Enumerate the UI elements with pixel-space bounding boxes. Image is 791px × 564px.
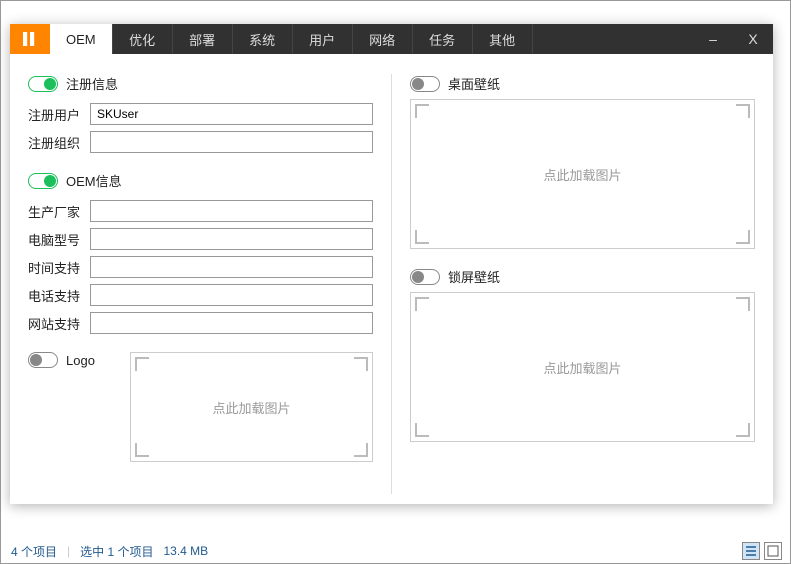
tab-optimize[interactable]: 优化 — [113, 24, 173, 54]
content-body: 注册信息 注册用户 注册组织 OEM信息 — [10, 54, 773, 504]
left-column: 注册信息 注册用户 注册组织 OEM信息 — [28, 74, 373, 494]
label-time: 时间支持 — [28, 258, 84, 277]
right-column: 桌面壁纸 点此加载图片 锁屏壁纸 点此加载图片 — [410, 74, 755, 494]
tab-user[interactable]: 用户 — [293, 24, 353, 54]
explorer-status-bar: 4 个项目 | 选中 1 个项目 13.4 MB — [1, 539, 790, 563]
tab-oem[interactable]: OEM — [50, 24, 113, 54]
label-web: 网站支持 — [28, 314, 84, 333]
view-large-icon[interactable] — [764, 542, 782, 560]
label-reg-user: 注册用户 — [28, 105, 84, 124]
tab-other[interactable]: 其他 — [473, 24, 533, 54]
section-title-logo: Logo — [66, 353, 95, 368]
section-title-desktop: 桌面壁纸 — [448, 74, 500, 93]
label-mfr: 生产厂家 — [28, 202, 84, 221]
section-oem-info: OEM信息 生产厂家 电脑型号 时间支持 电话支持 网站支持 — [28, 171, 373, 334]
lock-drop-hint: 点此加载图片 — [543, 358, 621, 377]
lock-wallpaper-drop[interactable]: 点此加载图片 — [410, 292, 755, 442]
section-desktop-wallpaper: 桌面壁纸 点此加载图片 — [410, 74, 755, 249]
input-phone[interactable] — [90, 284, 373, 306]
input-mfr[interactable] — [90, 200, 373, 222]
toggle-oem-info[interactable] — [28, 173, 58, 189]
section-title-lock: 锁屏壁纸 — [448, 267, 500, 286]
toggle-lock-wallpaper[interactable] — [410, 269, 440, 285]
section-title-oem: OEM信息 — [66, 171, 122, 190]
tab-network[interactable]: 网络 — [353, 24, 413, 54]
input-reg-org[interactable] — [90, 131, 373, 153]
input-model[interactable] — [90, 228, 373, 250]
desktop-wallpaper-drop[interactable]: 点此加载图片 — [410, 99, 755, 249]
section-title-registration: 注册信息 — [66, 74, 118, 93]
section-lock-wallpaper: 锁屏壁纸 点此加载图片 — [410, 267, 755, 442]
label-phone: 电话支持 — [28, 286, 84, 305]
label-reg-org: 注册组织 — [28, 133, 84, 152]
input-web[interactable] — [90, 312, 373, 334]
toggle-desktop-wallpaper[interactable] — [410, 76, 440, 92]
status-selected: 选中 1 个项目 — [80, 543, 153, 560]
logo-image-drop[interactable]: 点此加载图片 — [130, 352, 373, 462]
tab-bar: OEM 优化 部署 系统 用户 网络 任务 其他 – X — [10, 24, 773, 54]
column-divider — [391, 74, 392, 494]
close-button[interactable]: X — [733, 24, 773, 54]
input-reg-user[interactable] — [90, 103, 373, 125]
minimize-button[interactable]: – — [693, 24, 733, 54]
label-model: 电脑型号 — [28, 230, 84, 249]
section-registration: 注册信息 注册用户 注册组织 — [28, 74, 373, 153]
status-size: 13.4 MB — [163, 544, 208, 558]
toggle-registration[interactable] — [28, 76, 58, 92]
logo-drop-hint: 点此加载图片 — [212, 398, 290, 417]
app-logo-button[interactable] — [10, 24, 50, 54]
explorer-toolbar-fragment — [1, 1, 790, 21]
tab-system[interactable]: 系统 — [233, 24, 293, 54]
section-logo: Logo 点此加载图片 — [28, 352, 373, 462]
oem-settings-window: OEM 优化 部署 系统 用户 网络 任务 其他 – X 注册信息 注册用户 — [10, 24, 773, 504]
tab-task[interactable]: 任务 — [413, 24, 473, 54]
status-item-count: 4 个项目 — [11, 543, 57, 560]
view-details-icon[interactable] — [742, 542, 760, 560]
desktop-drop-hint: 点此加载图片 — [543, 165, 621, 184]
tab-deploy[interactable]: 部署 — [173, 24, 233, 54]
input-time[interactable] — [90, 256, 373, 278]
toggle-logo[interactable] — [28, 352, 58, 368]
